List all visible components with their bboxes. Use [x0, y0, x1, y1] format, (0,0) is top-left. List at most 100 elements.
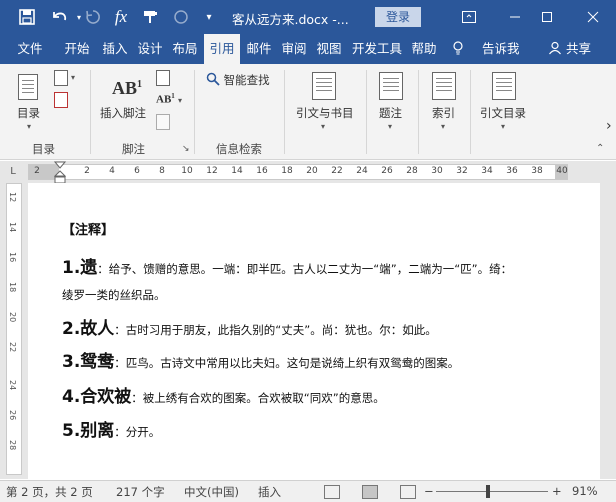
tab-selector[interactable]: L	[6, 165, 20, 179]
insert-footnote-icon[interactable]: AB1	[112, 78, 142, 99]
ruler-tick: 40	[556, 166, 568, 176]
ruler-tick: 24	[356, 166, 368, 176]
ruler-tick: 22	[331, 166, 343, 176]
note-term: 5.别离	[62, 421, 115, 441]
tab-file[interactable]: 文件	[8, 34, 52, 64]
add-text-icon[interactable]	[54, 70, 68, 86]
undo-icon[interactable]	[48, 6, 70, 28]
ruler-tick: 6	[134, 166, 140, 176]
toc-button-label[interactable]: 目录	[17, 105, 40, 121]
vruler-tick: 12	[8, 192, 17, 203]
word-count[interactable]: 217 个字	[116, 484, 165, 500]
note-term: 1.遗	[62, 258, 98, 278]
tab-home[interactable]: 开始	[60, 34, 94, 64]
note-line: 2.故人：古时习用于朋友，此指久别的“丈夫”。尚：犹也。尔：如此。	[62, 314, 437, 339]
format-painter-icon[interactable]	[140, 6, 162, 28]
tab-references[interactable]: 引用	[204, 34, 240, 64]
tab-mailings[interactable]: 邮件	[243, 34, 275, 64]
add-text-dropdown-icon[interactable]: ▾	[71, 73, 75, 82]
tab-view[interactable]: 视图	[313, 34, 345, 64]
captions-dropdown-icon[interactable]: ▾	[388, 122, 392, 131]
insert-footnote-label[interactable]: 插入脚注	[100, 105, 146, 121]
notes-heading: 【注释】	[62, 223, 115, 238]
ruler-tick: 30	[431, 166, 443, 176]
document-page[interactable]: 【注释】 1.遗：给予、馈赠的意思。一端：即半匹。古人以二丈为一“端”，二端为一…	[28, 183, 600, 479]
maximize-icon[interactable]	[524, 0, 570, 34]
note-definition: ：分开。	[114, 425, 161, 439]
ribbon-display-icon[interactable]	[446, 0, 492, 34]
note-definition: ：古时习用于朋友，此指久别的“丈夫”。尚：犹也。尔：如此。	[114, 323, 437, 337]
share-button[interactable]: 共享	[548, 34, 591, 64]
tab-review[interactable]: 审阅	[278, 34, 310, 64]
ruler-tick: 20	[306, 166, 318, 176]
ruler-tick: 10	[181, 166, 193, 176]
note-line: 4.合欢被：被上绣有合欢的图案。合欢被取“同欢”的意思。	[62, 382, 385, 407]
status-bar: 第 2 页，共 2 页 217 个字 中文(中国) 插入 − + 91%	[0, 480, 616, 502]
circle-icon[interactable]	[170, 6, 192, 28]
tell-me-label: 告诉我	[481, 41, 520, 56]
table-of-authorities-icon[interactable]	[492, 72, 516, 100]
close-icon[interactable]	[570, 0, 616, 34]
zoom-level[interactable]: 91%	[572, 484, 598, 498]
login-button[interactable]: 登录	[375, 7, 421, 27]
customize-dropdown-icon[interactable]: ▾	[198, 6, 220, 28]
ruler-tick: 32	[456, 166, 468, 176]
fx-icon[interactable]: fx	[110, 6, 132, 28]
next-footnote-dropdown-icon[interactable]: ▾	[178, 96, 182, 105]
language-status[interactable]: 中文(中国)	[184, 484, 239, 500]
tab-design[interactable]: 设计	[134, 34, 166, 64]
smart-lookup-button[interactable]: 智能查找	[206, 72, 270, 88]
tell-me-search[interactable]: 告诉我	[452, 34, 520, 64]
note-term: 4.合欢被	[62, 387, 132, 407]
zoom-in-button[interactable]: +	[552, 484, 562, 498]
footnote-launcher-icon[interactable]: ↘	[182, 144, 190, 154]
vertical-ruler[interactable]: 12 14 16 18 20 22 24 26 28	[6, 183, 22, 475]
document-title: 客从远方来.docx -...	[232, 12, 349, 27]
print-layout-icon[interactable]	[362, 485, 378, 499]
index-icon[interactable]	[432, 72, 456, 100]
zoom-slider[interactable]	[436, 491, 548, 492]
collapse-ribbon-icon[interactable]: ⌃	[596, 143, 604, 154]
citations-label[interactable]: 引文与书目	[296, 105, 354, 121]
tab-layout[interactable]: 布局	[169, 34, 201, 64]
research-group-label: 信息检索	[216, 142, 262, 156]
title-bar: ▾ fx ▾ 客从远方来.docx -... 登录	[0, 0, 616, 34]
toa-dropdown-icon[interactable]: ▾	[501, 122, 505, 131]
ruler-tick: 28	[406, 166, 418, 176]
next-footnote-icon[interactable]: AB1	[156, 92, 175, 106]
note-definition: 绫罗一类的丝织品。	[62, 288, 166, 302]
redo-icon[interactable]	[82, 6, 104, 28]
vruler-tick: 22	[8, 342, 17, 353]
zoom-slider-thumb[interactable]	[486, 485, 490, 498]
save-icon[interactable]	[16, 6, 38, 28]
insert-endnote-icon[interactable]	[156, 70, 170, 86]
citations-icon[interactable]	[312, 72, 336, 100]
table-of-contents-icon[interactable]	[18, 74, 38, 100]
ribbon-scroll-right-icon[interactable]: ›	[606, 118, 612, 134]
tab-developer[interactable]: 开发工具	[348, 34, 406, 64]
footnote-group-label: 脚注	[122, 142, 145, 156]
horizontal-ruler[interactable]: 2 2 4 6 8 10 12 14 16 18 20 22 24 26 28 …	[28, 164, 568, 180]
index-label[interactable]: 索引	[432, 105, 455, 121]
vruler-tick: 14	[8, 222, 17, 233]
page-count[interactable]: 第 2 页，共 2 页	[6, 484, 93, 500]
index-dropdown-icon[interactable]: ▾	[441, 122, 445, 131]
captions-label[interactable]: 题注	[379, 105, 402, 121]
web-layout-icon[interactable]	[400, 485, 416, 499]
show-notes-icon[interactable]	[156, 114, 170, 130]
update-table-icon[interactable]	[54, 92, 68, 108]
table-of-authorities-label[interactable]: 引文目录	[480, 105, 526, 121]
insert-mode[interactable]: 插入	[258, 484, 281, 500]
citations-dropdown-icon[interactable]: ▾	[321, 122, 325, 131]
note-definition: ：被上绣有合欢的图案。合欢被取“同欢”的意思。	[131, 391, 385, 405]
tab-help[interactable]: 帮助	[408, 34, 440, 64]
read-mode-icon[interactable]	[324, 485, 340, 499]
ruler-tick: 36	[506, 166, 518, 176]
ruler-tick: 16	[256, 166, 268, 176]
ruler-tick: 12	[206, 166, 218, 176]
captions-icon[interactable]	[379, 72, 403, 100]
ruler-tick: 14	[231, 166, 243, 176]
toc-dropdown-icon[interactable]: ▾	[27, 122, 31, 131]
tab-insert[interactable]: 插入	[99, 34, 131, 64]
zoom-out-button[interactable]: −	[424, 484, 434, 498]
